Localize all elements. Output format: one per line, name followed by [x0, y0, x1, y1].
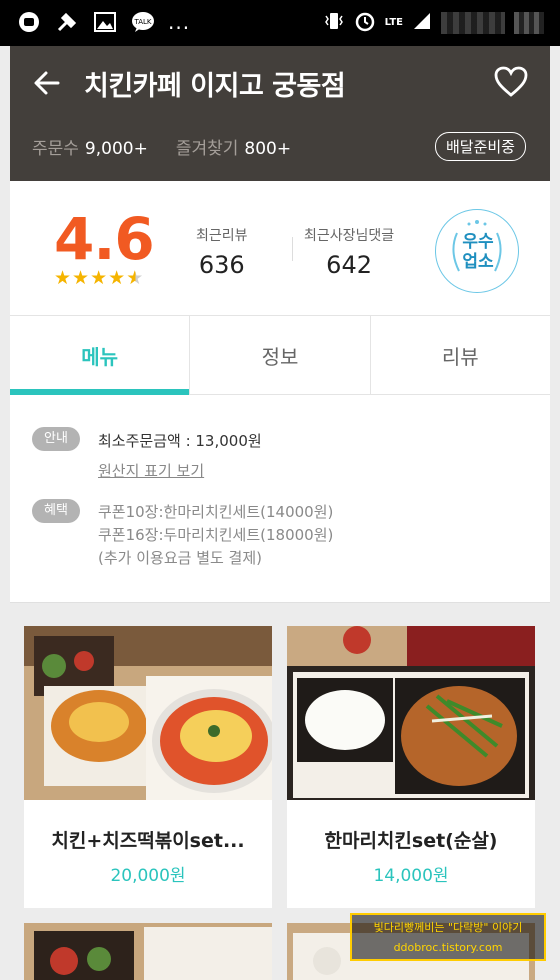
badge-label: 우수 업소 [462, 232, 494, 272]
lte-icon: LTE [384, 17, 403, 28]
status-bar: TALK ... LTE [0, 0, 560, 46]
alarm-icon [354, 10, 376, 36]
tab-review[interactable]: 리뷰 [370, 316, 550, 395]
rating-section: 4.6 ★ ★ ★ ★ ★ 최근리뷰 636 최근사장님댓글 642 우수 업소 [10, 181, 550, 315]
talk-icon: TALK [130, 10, 156, 34]
blog-watermark: 빛다리빵께비는 "다락방" 이야기 ddobroc.tistory.com [350, 913, 546, 961]
rating-stars: ★ ★ ★ ★ ★ [54, 269, 143, 288]
min-order-amount: 최소주문금액 : 13,000원 [98, 432, 262, 450]
signal-icon [412, 11, 432, 35]
more-notifications: ... [168, 10, 191, 34]
store-title: 치킨카페 이지고 궁동점 [84, 71, 346, 102]
order-count: 주문수 9,000+ [32, 139, 148, 159]
menu-card[interactable]: 치킨+치즈떡볶이set... 20,000원 [24, 626, 272, 908]
menu-price: 14,000원 [373, 866, 449, 886]
store-info-panel: 안내 최소주문금액 : 13,000원 원산지 표기 보기 혜택 쿠폰10장:한… [10, 395, 550, 603]
star-icon: ★ [90, 267, 108, 289]
blurred-status-area [441, 12, 505, 34]
battery-icon [514, 12, 544, 34]
tab-menu[interactable]: 메뉴 [10, 316, 191, 395]
favorite-count: 즐겨찾기 800+ [175, 139, 292, 159]
menu-price: 20,000원 [110, 866, 186, 886]
star-icon: ★ [108, 267, 126, 289]
tab-info[interactable]: 정보 [190, 316, 371, 395]
menu-image [24, 626, 272, 800]
benefit-tag: 혜택 [32, 499, 80, 523]
stat-divider [292, 237, 293, 261]
back-arrow-icon[interactable] [32, 68, 62, 98]
excellent-store-badge: 우수 업소 [435, 209, 519, 293]
menu-image [287, 626, 535, 800]
owner-reply-stat[interactable]: 최근사장님댓글 642 [304, 225, 394, 279]
star-icon: ★ [54, 267, 72, 289]
store-stats: 주문수 9,000+ 즐겨찾기 800+ [32, 134, 291, 159]
benefit-text: 쿠폰10장:한마리치킨세트(14000원) 쿠폰16장:두마리치킨세트(1800… [98, 503, 334, 567]
menu-card-partial[interactable] [24, 923, 272, 980]
menu-name: 한마리치킨set(순살) [324, 830, 498, 852]
menu-name: 치킨+치즈떡볶이set... [51, 830, 245, 852]
image-icon [92, 10, 118, 34]
favorite-heart-icon[interactable] [494, 66, 528, 98]
notice-tag: 안내 [32, 427, 80, 451]
recent-review-stat[interactable]: 최근리뷰 636 [196, 225, 248, 279]
rating-score: 4.6 [54, 205, 155, 273]
vibrate-icon [323, 11, 345, 35]
tool-icon [54, 10, 80, 34]
delivery-status-badge: 배달준비중 [434, 132, 526, 161]
half-star-icon: ★ [126, 267, 144, 289]
menu-card[interactable]: 한마리치킨set(순살) 14,000원 [287, 626, 535, 908]
star-icon: ★ [72, 267, 90, 289]
origin-label-link[interactable]: 원산지 표기 보기 [98, 460, 204, 481]
svg-text:TALK: TALK [133, 18, 151, 26]
store-tabs: 메뉴 정보 리뷰 [10, 315, 550, 395]
line-icon [16, 10, 42, 34]
store-header: 치킨카페 이지고 궁동점 주문수 9,000+ 즐겨찾기 800+ 배달준비중 [10, 46, 550, 181]
